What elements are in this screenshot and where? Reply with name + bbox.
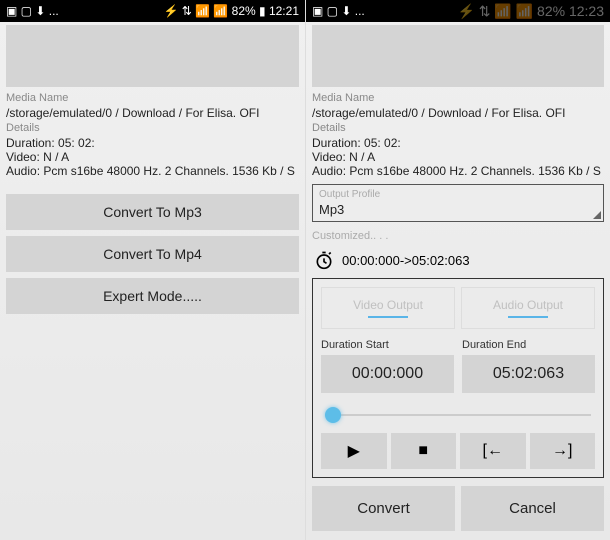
media-path: /storage/emulated/0 / Download / For Eli… [306, 106, 610, 120]
expert-mode-button[interactable]: Expert Mode..... [6, 278, 299, 314]
stop-button[interactable]: ■ [391, 433, 457, 469]
tab-audio-output[interactable]: Audio Output [461, 287, 595, 329]
media-preview [6, 25, 299, 87]
video-text: Video: N / A [0, 150, 305, 164]
time-range-text: 00:00:000->05:02:063 [342, 253, 470, 268]
video-text: Video: N / A [306, 150, 610, 164]
duration-end-input[interactable]: 05:02:063 [462, 355, 595, 393]
right-pane: ▣ ▢ ⬇ ... ⚡ ⇅ 📶 📶 82% 12:23 Media Name /… [305, 0, 610, 540]
tab-audio-label: Audio Output [493, 298, 563, 312]
timer-icon [314, 250, 334, 270]
output-profile-label: Output Profile [319, 189, 597, 200]
duration-start-label: Duration Start [321, 339, 454, 355]
tab-video-label: Video Output [353, 298, 423, 312]
output-profile-select[interactable]: Output Profile Mp3 [312, 184, 604, 222]
customized-label: Customized.. . . [306, 226, 610, 246]
duration-start-input[interactable]: 00:00:000 [321, 355, 454, 393]
media-preview [312, 25, 604, 87]
status-icons-right: ⚡ ⇅ 📶 📶 82% 12:23 [457, 3, 604, 20]
details-label: Details [306, 120, 610, 136]
convert-mp4-button[interactable]: Convert To Mp4 [6, 236, 299, 272]
duration-text: Duration: 05: 02: [306, 136, 610, 150]
duration-text: Duration: 05: 02: [0, 136, 305, 150]
seek-slider[interactable] [325, 407, 591, 423]
left-pane: ▣ ▢ ⬇ ... ⚡ ⇅ 📶 📶 82% ▮ 12:21 Media Name… [0, 0, 305, 540]
tab-video-output[interactable]: Video Output [321, 287, 455, 329]
output-profile-value: Mp3 [319, 200, 597, 217]
time-range-row: 00:00:000->05:02:063 [306, 246, 610, 274]
duration-end-label: Duration End [462, 339, 595, 355]
mark-out-button[interactable]: →] [530, 433, 596, 469]
status-icons-left: ▣ ▢ ⬇ ... [312, 4, 365, 18]
output-settings-box: Video Output Audio Output Duration Start… [312, 278, 604, 478]
media-name-label: Media Name [0, 90, 305, 106]
convert-button[interactable]: Convert [312, 486, 455, 531]
media-name-label: Media Name [306, 90, 610, 106]
audio-text: Audio: Pcm s16be 48000 Hz. 2 Channels. 1… [306, 164, 610, 178]
convert-mp3-button[interactable]: Convert To Mp3 [6, 194, 299, 230]
play-button[interactable]: ▶ [321, 433, 387, 469]
mark-in-button[interactable]: [← [460, 433, 526, 469]
slider-thumb-icon[interactable] [325, 407, 341, 423]
resize-handle-icon [593, 211, 601, 219]
status-icons-right: ⚡ ⇅ 📶 📶 82% ▮ 12:21 [163, 4, 299, 18]
status-bar-right: ▣ ▢ ⬇ ... ⚡ ⇅ 📶 📶 82% 12:23 [306, 0, 610, 22]
media-path: /storage/emulated/0 / Download / For Eli… [0, 106, 305, 120]
status-icons-left: ▣ ▢ ⬇ ... [6, 4, 59, 18]
audio-text: Audio: Pcm s16be 48000 Hz. 2 Channels. 1… [0, 164, 305, 178]
cancel-button[interactable]: Cancel [461, 486, 604, 531]
details-label: Details [0, 120, 305, 136]
status-bar-left: ▣ ▢ ⬇ ... ⚡ ⇅ 📶 📶 82% ▮ 12:21 [0, 0, 305, 22]
